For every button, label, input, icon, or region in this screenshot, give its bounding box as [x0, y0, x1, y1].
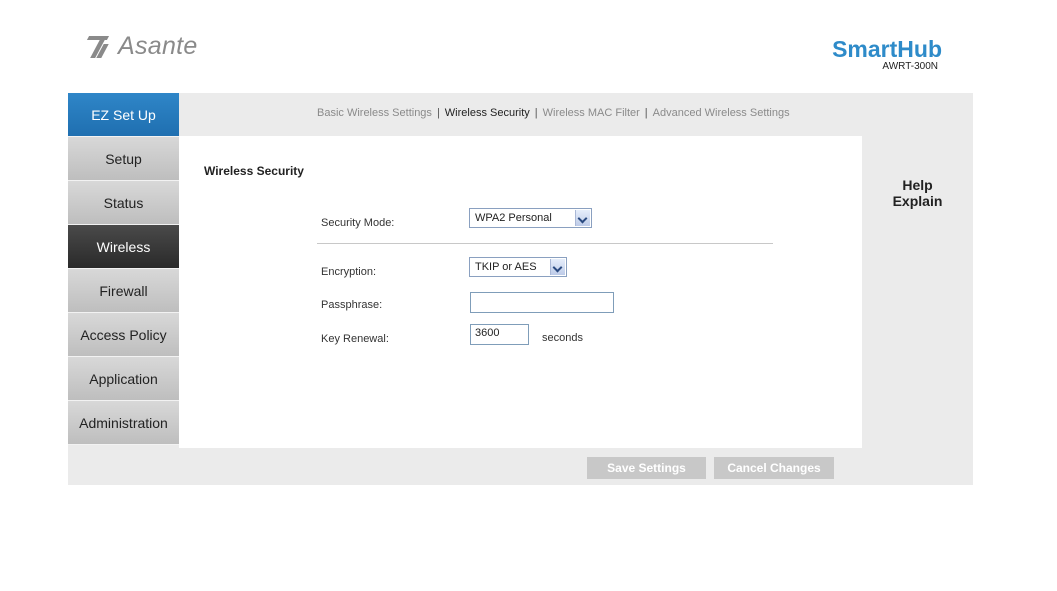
sidebar-item-wireless[interactable]: Wireless	[68, 225, 179, 269]
content-panel: Wireless Security Security Mode: WPA2 Pe…	[179, 136, 862, 448]
sidebar-item-setup[interactable]: Setup	[68, 137, 179, 181]
sidebar-item-application[interactable]: Application	[68, 357, 179, 401]
brand-title: SmartHub	[832, 36, 942, 62]
subnav-separator: |	[436, 107, 440, 119]
subnav-mac-filter[interactable]: Wireless MAC Filter	[543, 107, 640, 119]
passphrase-label: Passphrase:	[321, 299, 383, 311]
key-renewal-input[interactable]: 3600	[470, 324, 529, 345]
subnav-wireless-security[interactable]: Wireless Security	[445, 107, 530, 119]
sidebar-item-ez-setup[interactable]: EZ Set Up	[68, 93, 179, 137]
security-mode-value: WPA2 Personal	[475, 212, 552, 224]
encryption-value: TKIP or AES	[475, 261, 537, 273]
chevron-down-icon	[550, 259, 565, 275]
asante-logo: Asante	[86, 32, 198, 61]
key-renewal-label: Key Renewal:	[321, 333, 389, 345]
encryption-select[interactable]: TKIP or AES	[469, 257, 567, 277]
sidebar-item-administration[interactable]: Administration	[68, 401, 179, 445]
key-renewal-unit: seconds	[542, 332, 583, 344]
help-explain: Explain	[892, 193, 943, 209]
sidebar-item-status[interactable]: Status	[68, 181, 179, 225]
subnav-separator: |	[644, 107, 648, 119]
sidebar-item-access-policy[interactable]: Access Policy	[68, 313, 179, 357]
product-brand: SmartHub AWRT-300N	[832, 37, 942, 73]
save-settings-button[interactable]: Save Settings	[587, 457, 706, 479]
security-mode-select[interactable]: WPA2 Personal	[469, 208, 592, 228]
cancel-changes-button[interactable]: Cancel Changes	[714, 457, 834, 479]
brand-model: AWRT-300N	[882, 61, 938, 72]
subnav-basic-wireless[interactable]: Basic Wireless Settings	[317, 107, 432, 119]
help-panel: Help Explain	[862, 177, 973, 209]
passphrase-input[interactable]	[470, 292, 614, 313]
subnav-advanced-wireless[interactable]: Advanced Wireless Settings	[653, 107, 790, 119]
encryption-label: Encryption:	[321, 266, 377, 278]
help-heading: Help	[902, 177, 933, 193]
main-frame: EZ Set Up Setup Status Wireless Firewall…	[68, 93, 973, 485]
sidebar-nav: EZ Set Up Setup Status Wireless Firewall…	[68, 93, 179, 445]
sidebar-item-firewall[interactable]: Firewall	[68, 269, 179, 313]
logo-text: Asante	[118, 32, 198, 60]
divider	[317, 243, 773, 244]
subnav-separator: |	[534, 107, 538, 119]
chevron-down-icon	[575, 210, 590, 226]
wireless-subnav: Basic Wireless Settings | Wireless Securit…	[317, 107, 790, 119]
security-mode-label: Security Mode:	[321, 217, 395, 229]
asante-logo-icon	[86, 35, 112, 58]
section-title: Wireless Security	[204, 164, 304, 178]
